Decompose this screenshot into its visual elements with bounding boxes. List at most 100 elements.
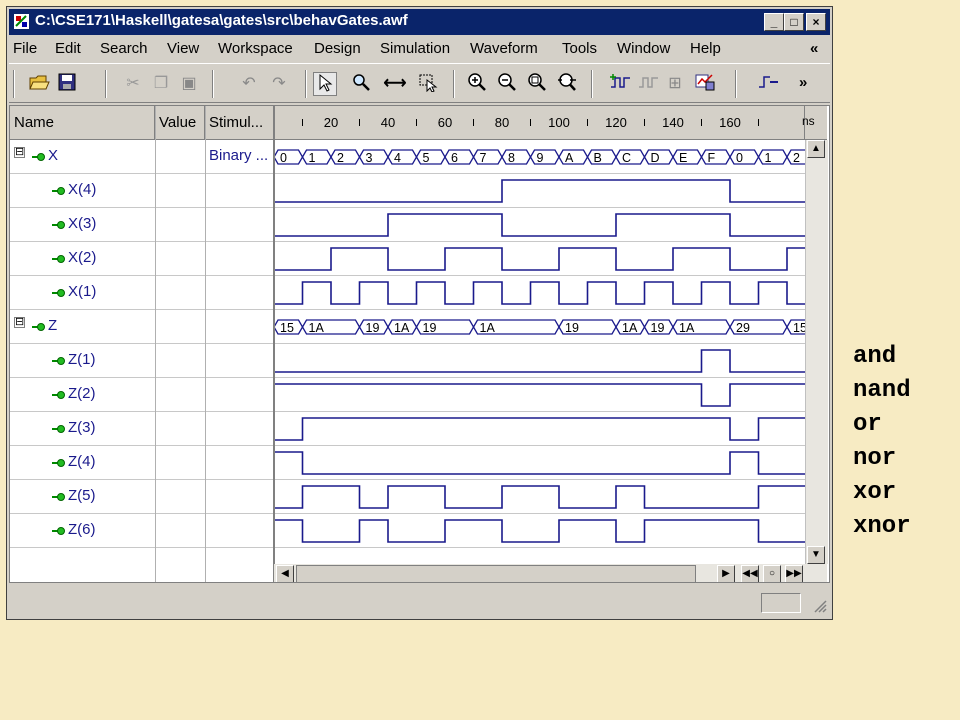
close-button[interactable]: ×	[806, 13, 826, 31]
menu-overflow-chevron[interactable]: «	[810, 40, 818, 57]
copy-icon[interactable]: ❐	[149, 72, 173, 96]
app-icon	[13, 13, 30, 30]
signal-add-icon[interactable]	[609, 72, 633, 96]
bus-segment	[700, 149, 731, 165]
redo-icon[interactable]: ↷	[267, 72, 291, 96]
bus-value: 1A	[394, 321, 410, 335]
gate-label-and: and	[853, 343, 897, 370]
signal-name[interactable]: Z(3)	[68, 419, 96, 436]
bus-value: 1A	[480, 321, 496, 335]
bus-segment	[415, 149, 446, 165]
collapse-toggle[interactable]: ⊟	[14, 317, 25, 328]
menu-edit[interactable]: Edit	[55, 40, 81, 57]
signal-name[interactable]: Z(5)	[68, 487, 96, 504]
signal-output-icon	[52, 255, 65, 263]
edge-icon[interactable]	[757, 72, 781, 96]
bus-segment	[729, 149, 760, 165]
signal-name[interactable]: Z	[48, 317, 57, 334]
menu-workspace[interactable]: Workspace	[218, 40, 293, 57]
signal-output-icon	[52, 391, 65, 399]
center-cursor-icon[interactable]: ○	[763, 565, 781, 582]
bus-segment	[387, 149, 418, 165]
signal-name[interactable]: X(1)	[68, 283, 96, 300]
bus-value: 29	[736, 321, 750, 335]
column-header-value[interactable]: Value	[155, 106, 205, 140]
menu-window[interactable]: Window	[617, 40, 670, 57]
menu-help[interactable]: Help	[690, 40, 721, 57]
toolbar-grip[interactable]	[13, 70, 15, 98]
scroll-left-icon[interactable]: ◀	[276, 565, 294, 582]
scroll-thumb[interactable]	[296, 565, 696, 582]
column-header-stimulus[interactable]: Stimul...	[205, 106, 274, 140]
signal-name[interactable]: Z(2)	[68, 385, 96, 402]
zoom-out-icon[interactable]	[495, 72, 519, 96]
undo-icon[interactable]: ↶	[237, 72, 261, 96]
bus-value: A	[565, 151, 574, 165]
toolbar-separator	[212, 70, 214, 98]
select-icon[interactable]	[417, 72, 441, 96]
zoom-in-icon[interactable]	[465, 72, 489, 96]
status-panel	[761, 593, 801, 613]
title-bar[interactable]: C:\CSE171\Haskell\gatesa\gates\src\behav…	[9, 9, 830, 35]
signal-name[interactable]: X(3)	[68, 215, 96, 232]
bus-segment	[358, 149, 389, 165]
horizontal-scrollbar[interactable]: ◀ ▶ ◀◀ ○ ▶▶	[274, 564, 827, 582]
bus-value: 2	[337, 151, 344, 165]
vertical-scrollbar[interactable]: ▲ ▼	[805, 140, 828, 564]
bus-value: 1A	[309, 321, 325, 335]
bus-value: 1	[765, 151, 772, 165]
signal-output-icon	[52, 187, 65, 195]
next-edge-icon[interactable]: ▶▶	[785, 565, 803, 582]
open-icon[interactable]	[27, 72, 51, 96]
menu-simulation[interactable]: Simulation	[380, 40, 450, 57]
signal-name[interactable]: X	[48, 147, 58, 164]
signal-output-icon	[52, 425, 65, 433]
bus-value: F	[708, 151, 716, 165]
save-icon[interactable]	[55, 72, 79, 96]
toolbar-overflow-chevron[interactable]: »	[799, 74, 807, 91]
scroll-down-icon[interactable]: ▼	[807, 546, 825, 564]
signal-remove-icon[interactable]	[637, 72, 661, 96]
scroll-right-icon[interactable]: ▶	[717, 565, 735, 582]
menu-search[interactable]: Search	[100, 40, 148, 57]
cut-icon[interactable]: ✂	[121, 72, 145, 96]
bus-value: 1	[309, 151, 316, 165]
menu-view[interactable]: View	[167, 40, 199, 57]
paste-icon[interactable]: ▣	[177, 72, 201, 96]
zoom-full-icon[interactable]	[555, 72, 579, 96]
signal-name[interactable]: X(4)	[68, 181, 96, 198]
compare-icon[interactable]	[693, 72, 717, 96]
bit-waveform	[274, 179, 805, 203]
zoom-fit-icon[interactable]	[525, 72, 549, 96]
signal-name[interactable]: Z(4)	[68, 453, 96, 470]
signal-output-icon	[52, 459, 65, 467]
menu-waveform[interactable]: Waveform	[470, 40, 538, 57]
signal-stimulus[interactable]: Binary ...	[209, 147, 268, 164]
signal-name[interactable]: X(2)	[68, 249, 96, 266]
hierarchy-icon[interactable]: ⊞	[663, 72, 687, 96]
bus-segment	[274, 149, 304, 165]
gate-label-or: or	[853, 411, 882, 438]
menu-design[interactable]: Design	[314, 40, 361, 57]
column-header-name[interactable]: Name	[10, 106, 155, 140]
pointer-icon[interactable]	[313, 72, 337, 96]
bus-segment	[301, 149, 332, 165]
find-icon[interactable]	[349, 72, 373, 96]
gate-label-xor: xor	[853, 479, 897, 506]
prev-edge-icon[interactable]: ◀◀	[741, 565, 759, 582]
resize-grip-icon[interactable]	[813, 599, 827, 613]
bus-value: 9	[537, 151, 544, 165]
measure-icon[interactable]: ⟷	[383, 72, 407, 96]
menu-file[interactable]: File	[13, 40, 37, 57]
bus-value: 15	[280, 321, 294, 335]
signal-name[interactable]: Z(1)	[68, 351, 96, 368]
signal-output-icon	[52, 221, 65, 229]
scroll-up-icon[interactable]: ▲	[807, 140, 825, 158]
minimize-button[interactable]: _	[764, 13, 784, 31]
menu-tools[interactable]: Tools	[562, 40, 597, 57]
bus-value: 19	[366, 321, 380, 335]
collapse-toggle[interactable]: ⊟	[14, 147, 25, 158]
waveform-area[interactable]: 0 1 2 3 4 5 6 7 8 9 A B C D E F 0 1 2 15 1A 19 1A 19 1A 19 1A 19 1A 2…	[274, 106, 805, 564]
maximize-button[interactable]: □	[784, 13, 804, 31]
signal-name[interactable]: Z(6)	[68, 521, 96, 538]
